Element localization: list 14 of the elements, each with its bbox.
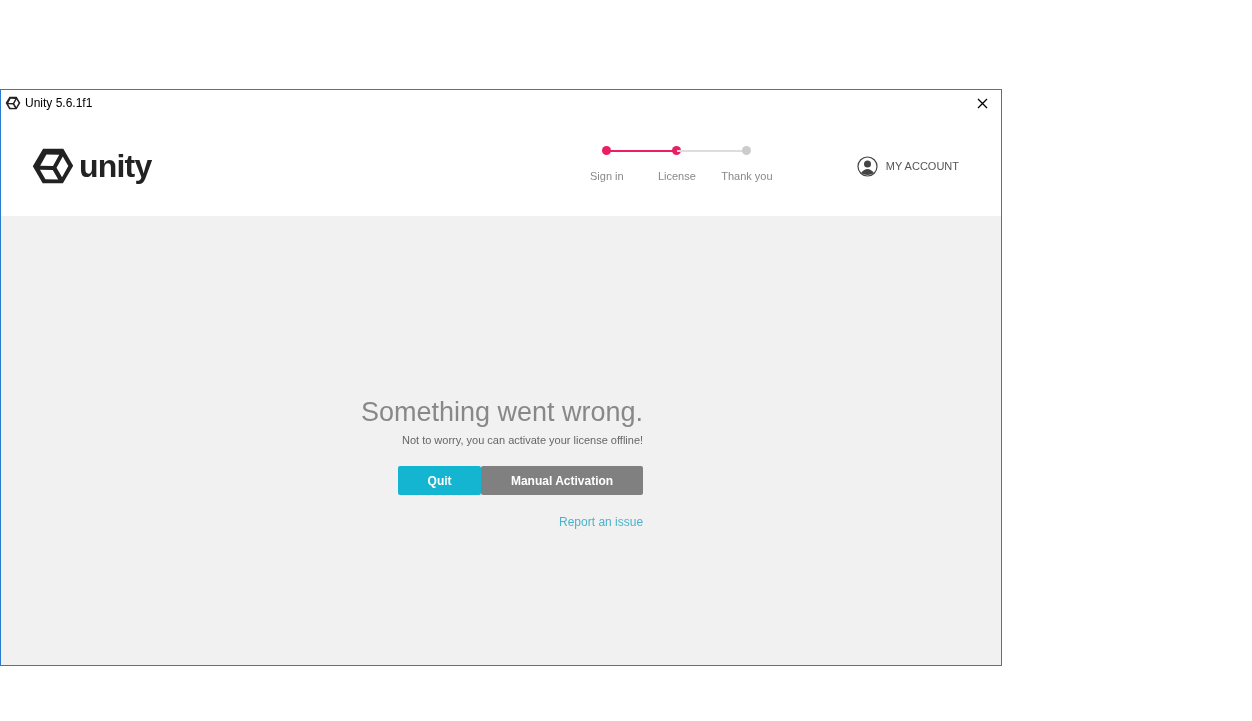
my-account-link[interactable]: MY ACCOUNT xyxy=(856,155,959,177)
window-title: Unity 5.6.1f1 xyxy=(25,95,93,112)
step-label: Thank you xyxy=(721,168,773,184)
logo-text: unity xyxy=(79,150,152,182)
user-avatar-icon xyxy=(856,155,878,177)
close-icon xyxy=(976,97,988,109)
report-issue-link[interactable]: Report an issue xyxy=(559,513,644,532)
error-subtitle: Not to worry, you can activate your license offline! xyxy=(401,432,644,448)
quit-button[interactable]: Quit xyxy=(398,466,482,496)
app-icon xyxy=(5,95,21,111)
step-label: License xyxy=(657,168,696,184)
step-label: Sign in xyxy=(590,168,624,184)
manual-activation-button[interactable]: Manual Activation xyxy=(481,466,644,496)
error-title: Something went wrong. xyxy=(360,396,644,429)
